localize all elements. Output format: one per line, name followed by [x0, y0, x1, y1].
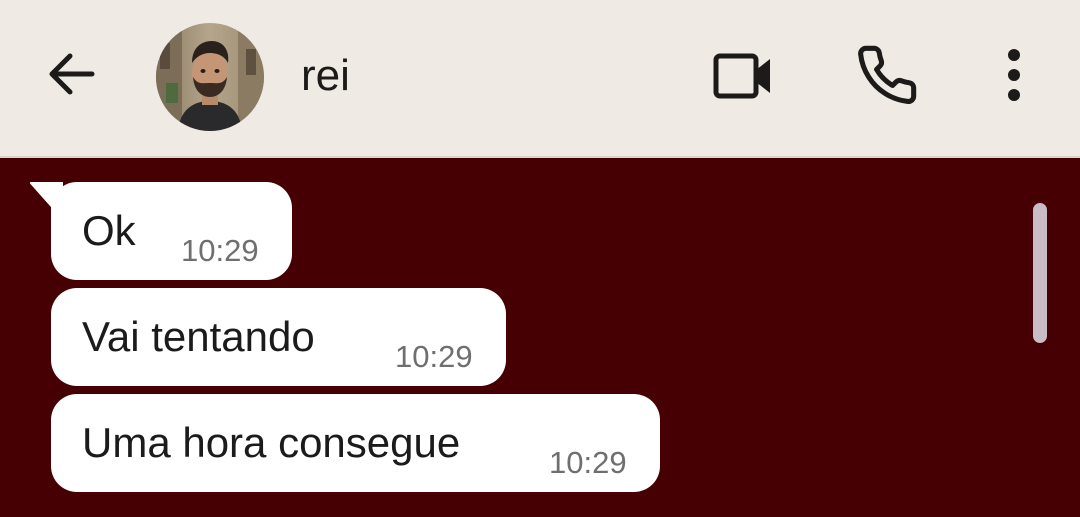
contact-name[interactable]: rei — [301, 48, 350, 104]
avatar-photo — [156, 23, 264, 131]
message-list[interactable]: Ok 10:29 Vai tentando 10:29 Uma hora con… — [0, 158, 1080, 517]
message-text: Vai tentando — [82, 313, 315, 360]
voice-call-button[interactable] — [852, 42, 922, 108]
message-text: Ok — [82, 207, 136, 254]
avatar[interactable] — [156, 23, 264, 131]
message-time: 10:29 — [549, 445, 627, 480]
message-time: 10:29 — [181, 233, 259, 268]
more-options-button[interactable] — [990, 44, 1038, 106]
back-button[interactable] — [44, 46, 100, 102]
message-bubble[interactable]: Uma hora consegue 10:29 — [51, 394, 660, 492]
scrollbar[interactable] — [1033, 203, 1047, 343]
message-time: 10:29 — [395, 339, 473, 374]
video-call-button[interactable] — [708, 46, 780, 106]
back-arrow-icon — [49, 53, 95, 95]
more-vertical-icon — [1008, 49, 1020, 101]
message-text: Uma hora consegue — [82, 419, 461, 466]
video-camera-icon — [713, 53, 770, 99]
message-bubble[interactable]: Vai tentando 10:29 — [51, 288, 506, 386]
phone-icon — [858, 45, 917, 104]
message-bubble[interactable]: Ok 10:29 — [51, 182, 292, 280]
chat-header: rei — [0, 0, 1080, 158]
